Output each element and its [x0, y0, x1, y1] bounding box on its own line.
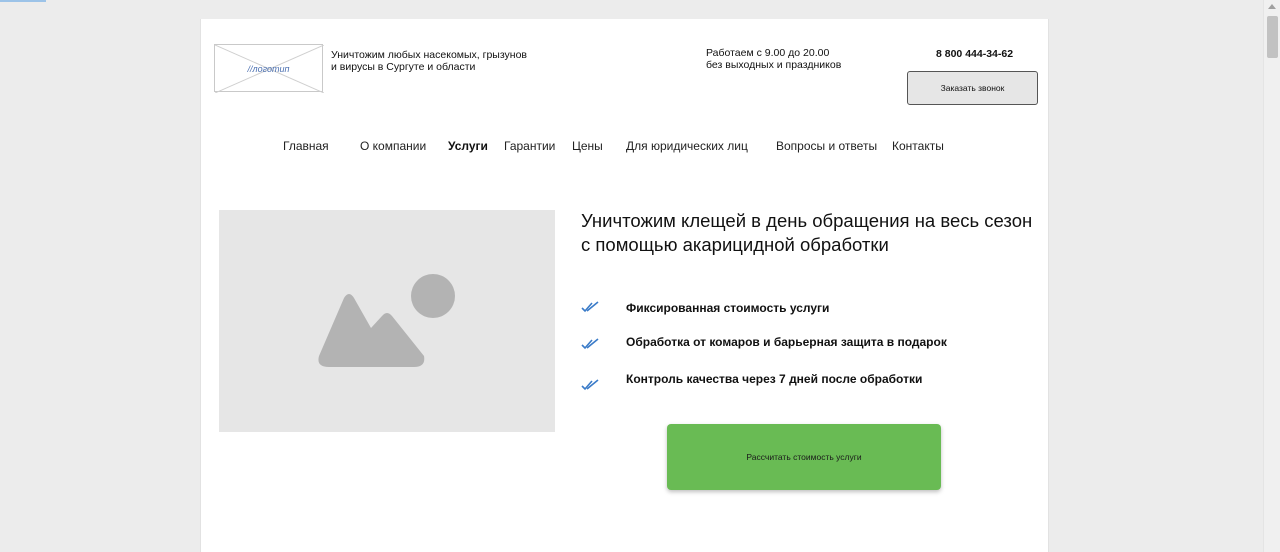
nav-item-contacts[interactable]: Контакты: [892, 139, 944, 153]
hero-title: Уничтожим клещей в день обращения на вес…: [581, 209, 1041, 257]
nav-item-prices[interactable]: Цены: [572, 139, 603, 153]
feature-item-fixed-price: Фиксированная стоимость услуги: [626, 301, 830, 315]
double-check-icon: [581, 379, 599, 391]
tagline-line-2: и вирусы в Сургуте и области: [331, 61, 476, 73]
nav-item-legal-entities[interactable]: Для юридических лиц: [626, 139, 748, 153]
callback-button[interactable]: Заказать звонок: [907, 71, 1038, 105]
nav-item-about[interactable]: О компании: [360, 139, 426, 153]
image-placeholder-icon: [318, 274, 455, 367]
hours-line-1: Работаем с 9.00 до 20.00: [706, 47, 830, 59]
hero-title-line-2: с помощью акарицидной обработки: [581, 234, 889, 255]
page-container: //логотип Уничтожим любых насекомых, гры…: [200, 19, 1049, 552]
scrollbar-thumb[interactable]: [1267, 16, 1278, 58]
logo-text: //логотип: [247, 64, 290, 74]
calculate-price-button[interactable]: Рассчитать стоимость услуги: [667, 424, 941, 490]
logo-placeholder[interactable]: //логотип: [214, 44, 324, 93]
phone-number[interactable]: 8 800 444-34-62: [936, 48, 1013, 60]
scroll-up-arrow-icon[interactable]: [1268, 4, 1276, 9]
nav-item-services[interactable]: Услуги: [448, 139, 488, 153]
company-tagline: Уничтожим любых насекомых, грызунов и ви…: [331, 49, 527, 73]
working-hours: Работаем с 9.00 до 20.00 без выходных и …: [706, 47, 841, 71]
double-check-icon: [581, 301, 599, 313]
feature-item-quality-control: Контроль качества через 7 дней после обр…: [626, 372, 923, 386]
feature-item-mosquito-bonus: Обработка от комаров и барьерная защита …: [626, 335, 947, 349]
nav-item-faq[interactable]: Вопросы и ответы: [776, 139, 877, 153]
hero-title-line-1: Уничтожим клещей в день обращения на вес…: [581, 210, 1033, 231]
hero-image-placeholder: [219, 210, 555, 432]
double-check-icon: [581, 338, 599, 350]
nav-item-guarantees[interactable]: Гарантии: [504, 139, 555, 153]
browser-tab-indicator: [0, 0, 46, 2]
hours-line-2: без выходных и праздников: [706, 59, 842, 71]
tagline-line-1: Уничтожим любых насекомых, грызунов: [331, 49, 528, 61]
nav-item-home[interactable]: Главная: [283, 139, 329, 153]
vertical-scrollbar[interactable]: [1263, 0, 1280, 552]
